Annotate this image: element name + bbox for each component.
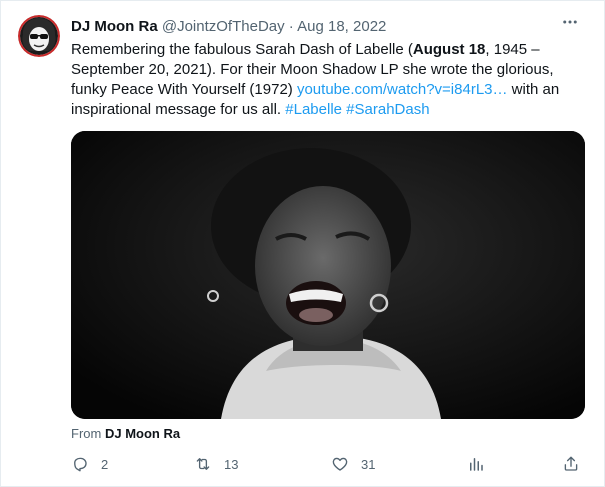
video-still-image (71, 131, 585, 419)
tweet-header: DJ Moon Ra @JointzOfTheDay · Aug 18, 202… (71, 17, 386, 37)
display-name[interactable]: DJ Moon Ra (71, 18, 158, 35)
retweet-button[interactable]: 13 (194, 453, 238, 475)
media-attribution: From DJ Moon Ra (71, 426, 180, 442)
youtube-link[interactable]: youtube.com/watch?v=i84rL3… (297, 81, 508, 98)
tweet-text-part: Remembering the fabulous Sarah Dash of L… (71, 41, 413, 58)
hashtag-labelle[interactable]: #Labelle (285, 101, 342, 118)
hashtag-sarahdash[interactable]: #SarahDash (346, 101, 429, 118)
avatar-image (18, 15, 60, 57)
tweet-card[interactable]: DJ Moon Ra @JointzOfTheDay · Aug 18, 202… (0, 0, 605, 487)
media-video-still[interactable] (71, 131, 585, 419)
share-icon (564, 456, 578, 471)
from-prefix: From (71, 426, 102, 441)
tweet-date[interactable]: Aug 18, 2022 (297, 18, 386, 35)
separator: · (288, 18, 294, 35)
views-button[interactable] (467, 453, 485, 475)
like-button[interactable]: 31 (331, 453, 375, 475)
more-icon[interactable] (558, 13, 582, 37)
tweet-text-bold: August 18 (412, 41, 486, 58)
share-button[interactable] (562, 453, 580, 475)
tweet-text: Remembering the fabulous Sarah Dash of L… (71, 40, 589, 120)
avatar[interactable] (18, 15, 60, 57)
retweet-icon (196, 458, 210, 470)
from-author[interactable]: DJ Moon Ra (105, 426, 180, 441)
reply-icon (74, 457, 87, 472)
user-handle[interactable]: @JointzOfTheDay (162, 18, 285, 35)
reply-count: 2 (101, 456, 109, 472)
action-bar: 2 13 31 (71, 453, 591, 475)
analytics-icon (470, 458, 483, 471)
like-count: 31 (361, 456, 376, 472)
retweet-count: 13 (224, 456, 239, 472)
reply-button[interactable]: 2 (71, 453, 108, 475)
heart-icon (332, 457, 348, 471)
